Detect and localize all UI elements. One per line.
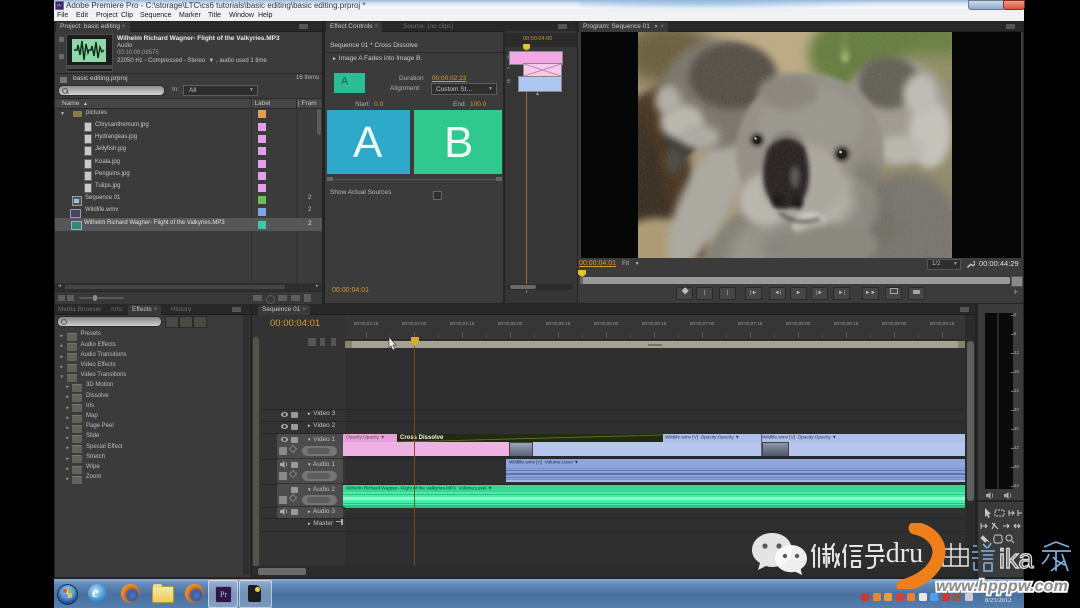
svg-text:ika: ika bbox=[999, 544, 1034, 574]
svg-text:www.hpppw.com: www.hpppw.com bbox=[936, 578, 1068, 595]
